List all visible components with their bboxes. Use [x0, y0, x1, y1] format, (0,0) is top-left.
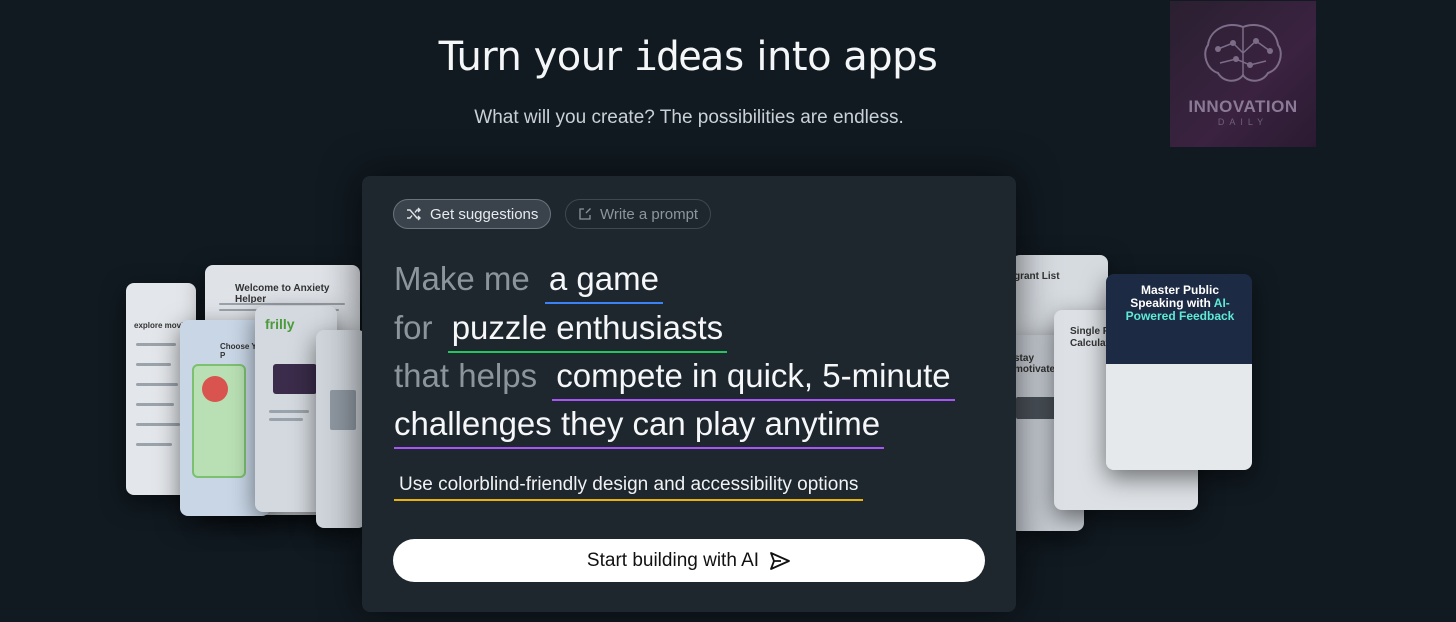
logo-tagline-text: DAILY [1217, 117, 1269, 127]
preview-card-frilly-title: frilly [265, 316, 295, 332]
prompt-line-3: that helps compete in quick, 5-minute [394, 357, 955, 401]
audience-slot[interactable]: puzzle enthusiasts [447, 309, 728, 353]
speaking-title-text: Master Public Speaking with [1130, 283, 1220, 310]
get-suggestions-button[interactable]: Get suggestions [393, 199, 552, 229]
preview-card-speaking: Master Public Speaking with AI-Powered F… [1106, 274, 1252, 470]
write-prompt-label: Write a prompt [600, 205, 699, 223]
title-accent-text: ideas [633, 34, 746, 80]
game-thumbnail [273, 364, 317, 394]
prompt-builder-panel: Get suggestions Write a prompt Make me a… [362, 176, 1016, 612]
edit-icon [579, 208, 591, 220]
prompt-prefix-3: that helps [394, 357, 538, 394]
design-detail-slot[interactable]: Use colorblind-friendly design and acces… [394, 474, 864, 501]
preview-card-anxiety-title: Welcome to Anxiety Helper [235, 283, 330, 305]
app-type-slot[interactable]: a game [544, 260, 663, 304]
start-building-button[interactable]: Start building with AI [393, 539, 985, 582]
prompt-line-2: for puzzle enthusiasts [394, 309, 728, 353]
title-text-end: into apps [744, 34, 938, 80]
prompt-line-4: challenges they can play anytime [394, 405, 885, 449]
goal-slot-line-2[interactable]: challenges they can play anytime [394, 405, 885, 449]
preview-card-left-back [316, 330, 366, 528]
innovation-daily-logo: INNOVATION DAILY [1170, 1, 1316, 147]
prompt-line-1: Make me a game [394, 260, 663, 304]
brain-icon [1204, 24, 1282, 82]
preview-card-grant-title: grant List [1014, 271, 1060, 282]
prompt-prefix-2: for [394, 309, 433, 346]
send-icon [770, 551, 790, 570]
prompt-prefix-1: Make me [394, 260, 530, 297]
logo-brand-text: INNOVATION [1188, 97, 1298, 116]
title-text: Turn your [438, 34, 634, 80]
get-suggestions-label: Get suggestions [430, 205, 539, 223]
shuffle-icon [407, 207, 421, 221]
start-building-label: Start building with AI [586, 549, 760, 571]
goal-slot-line-1[interactable]: compete in quick, 5-minute [552, 357, 955, 401]
cherry-icon [202, 376, 228, 402]
write-prompt-button[interactable]: Write a prompt [565, 199, 712, 229]
preview-card-speaking-title: Master Public Speaking with AI-Powered F… [1116, 284, 1244, 323]
